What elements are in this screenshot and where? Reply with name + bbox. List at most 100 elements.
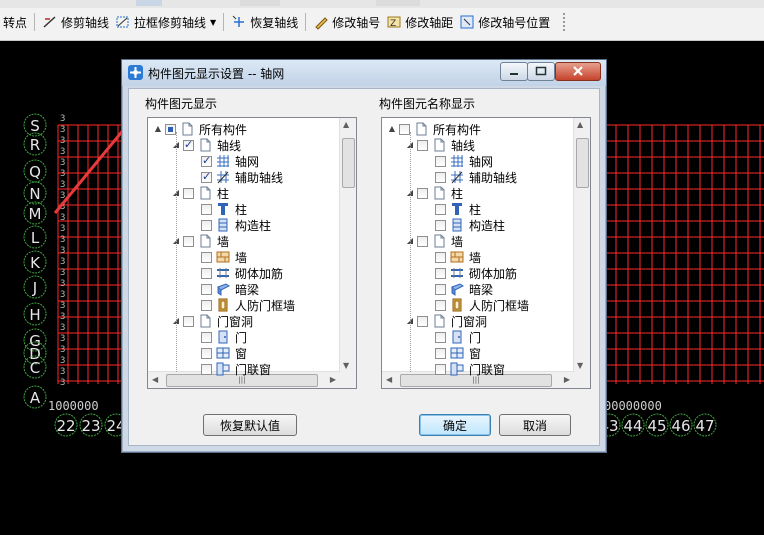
tree-item-checkbox[interactable] — [183, 315, 194, 327]
right-tree-item[interactable]: 轴网 — [424, 153, 493, 169]
column-icon — [450, 202, 464, 216]
tree-item-checkbox[interactable] — [201, 331, 212, 343]
tree-item-checkbox[interactable] — [435, 363, 446, 375]
tree-item-checkbox[interactable] — [417, 187, 428, 199]
tree-expander-icon[interactable]: ▲ — [388, 125, 396, 133]
tree-item-checkbox[interactable] — [435, 155, 446, 167]
tree-item-checkbox[interactable] — [435, 171, 446, 183]
left-tree-item[interactable]: ◢ 柱 — [172, 185, 229, 201]
toolbar-button-3[interactable]: 恢复轴线 — [228, 11, 301, 33]
tree-item-label: 砌体加筋 — [469, 266, 518, 281]
toolbar-button-4[interactable]: 修改轴号 — [310, 11, 383, 33]
construct-column-icon — [216, 218, 230, 232]
cancel-button[interactable]: 取消 — [499, 414, 571, 436]
maximize-button[interactable] — [527, 62, 555, 81]
tree-item-checkbox[interactable] — [435, 267, 446, 279]
name-display-tree[interactable]: ▲ ▼ ◀ ||| ▶ ▲ 所有构件 ◢ 轴线 轴网 辅助轴线 ◢ 柱柱构造柱 ◢ 墙墙砌体加筋暗… — [381, 117, 591, 389]
left-tree-item[interactable]: 暗梁 — [190, 281, 259, 297]
toolbar-button-2[interactable]: 拉框修剪轴线 ▼ — [112, 11, 219, 33]
toolbar-button-0[interactable]: 转点 — [0, 11, 30, 33]
tree-item-checkbox[interactable] — [201, 267, 212, 279]
toolbar-overflow-grip[interactable] — [563, 13, 566, 31]
axis-row-label: R — [30, 136, 40, 154]
dimension-text: 3 — [60, 213, 65, 223]
right-tree-item[interactable]: 门 — [424, 329, 481, 345]
left-tree-item[interactable]: 人防门框墙 — [190, 297, 295, 313]
tree-item-checkbox[interactable] — [201, 170, 212, 183]
toolbar-button-1[interactable]: 修剪轴线 — [39, 11, 112, 33]
right-tree-item[interactable]: 辅助轴线 — [424, 169, 517, 185]
tree-item-checkbox[interactable] — [201, 154, 212, 167]
right-tree-item[interactable]: 暗梁 — [424, 281, 493, 297]
tree-item-checkbox[interactable] — [435, 203, 446, 215]
left-tree-item[interactable]: ▲ 所有构件 — [154, 121, 247, 137]
dimension-text: 3 — [60, 378, 65, 388]
display-tree-vscroll[interactable]: ▲ ▼ — [339, 118, 356, 372]
ok-button[interactable]: 确定 — [419, 414, 491, 436]
tree-item-checkbox[interactable] — [201, 203, 212, 215]
toolbar-button-6[interactable]: 修改轴号位置 — [456, 11, 553, 33]
dimension-text: 3 — [60, 367, 65, 377]
left-tree-item[interactable]: ◢轴线 — [172, 137, 241, 153]
left-tree-item[interactable]: 砌体加筋 — [190, 265, 283, 281]
left-tree-item[interactable]: 柱 — [190, 201, 247, 217]
document-icon — [432, 234, 446, 248]
right-tree-item[interactable]: ◢ 柱 — [406, 185, 463, 201]
display-tree[interactable]: ▲ ▼ ◀ ||| ▶ ▲所有构件◢轴线轴网辅助轴线◢柱柱构造柱◢墙墙砌体加筋暗… — [147, 117, 357, 389]
toolbar-button-5[interactable]: Z 修改轴距 — [383, 11, 456, 33]
left-tree-item[interactable]: 墙 — [190, 249, 247, 265]
restore-default-button[interactable]: 恢复默认值 — [203, 414, 297, 436]
tree-item-checkbox[interactable] — [399, 123, 410, 135]
left-tree-item[interactable]: 构造柱 — [190, 217, 271, 233]
tree-item-checkbox[interactable] — [201, 283, 212, 295]
tree-expander-icon[interactable]: ▲ — [154, 125, 162, 133]
tree-item-checkbox[interactable] — [435, 347, 446, 359]
tree-item-checkbox[interactable] — [435, 283, 446, 295]
left-tree-item[interactable]: 门 — [190, 329, 247, 345]
tree-item-checkbox[interactable] — [201, 219, 212, 231]
right-tree-item[interactable]: 柱 — [424, 201, 481, 217]
right-tree-item[interactable]: 人防门框墙 — [424, 297, 529, 313]
tree-item-checkbox[interactable] — [417, 235, 428, 247]
door-icon — [450, 330, 464, 344]
tree-item-checkbox[interactable] — [435, 299, 446, 311]
right-tree-item[interactable]: 窗 — [424, 345, 481, 361]
tree-item-checkbox[interactable] — [183, 138, 194, 151]
right-tree-item[interactable]: ▲ 所有构件 — [388, 121, 481, 137]
tree-item-label: 构造柱 — [235, 218, 272, 233]
tree-item-checkbox[interactable] — [435, 251, 446, 263]
right-tree-item[interactable]: 墙 — [424, 249, 481, 265]
tree-item-checkbox[interactable] — [201, 363, 212, 375]
tree-item-checkbox[interactable] — [201, 251, 212, 263]
tree-item-checkbox[interactable] — [417, 315, 428, 327]
minimize-button[interactable] — [500, 62, 528, 81]
dropdown-arrow-icon[interactable]: ▼ — [210, 18, 216, 27]
dimension-text: 3 — [60, 345, 65, 355]
hidden-beam-icon — [450, 282, 464, 296]
dialog-titlebar[interactable]: 构件图元显示设置 -- 轴网 — [122, 60, 606, 86]
left-tree-item[interactable]: 辅助轴线 — [190, 169, 283, 185]
name-display-tree-vscroll[interactable]: ▲ ▼ — [573, 118, 590, 372]
right-tree-item[interactable]: ◢ 门窗洞 — [406, 313, 487, 329]
tree-item-checkbox[interactable] — [417, 139, 428, 151]
right-tree-item[interactable]: ◢ 墙 — [406, 233, 463, 249]
left-tree-item[interactable]: ◢ 门窗洞 — [172, 313, 253, 329]
right-tree-item[interactable]: 门联窗 — [424, 361, 505, 377]
tree-item-checkbox[interactable] — [183, 187, 194, 199]
tree-item-checkbox[interactable] — [201, 347, 212, 359]
tree-item-label: 构造柱 — [469, 218, 506, 233]
aux-axis-icon — [450, 170, 464, 184]
tree-item-checkbox[interactable] — [165, 123, 176, 135]
right-tree-item[interactable]: 砌体加筋 — [424, 265, 517, 281]
left-tree-item[interactable]: 窗 — [190, 345, 247, 361]
tree-item-checkbox[interactable] — [183, 235, 194, 247]
tree-item-checkbox[interactable] — [435, 331, 446, 343]
close-button[interactable] — [555, 62, 601, 81]
tree-item-checkbox[interactable] — [201, 299, 212, 311]
left-tree-item[interactable]: 轴网 — [190, 153, 259, 169]
tree-item-checkbox[interactable] — [435, 219, 446, 231]
right-tree-item[interactable]: ◢ 轴线 — [406, 137, 475, 153]
left-tree-item[interactable]: 门联窗 — [190, 361, 271, 377]
right-tree-item[interactable]: 构造柱 — [424, 217, 505, 233]
left-tree-item[interactable]: ◢ 墙 — [172, 233, 229, 249]
